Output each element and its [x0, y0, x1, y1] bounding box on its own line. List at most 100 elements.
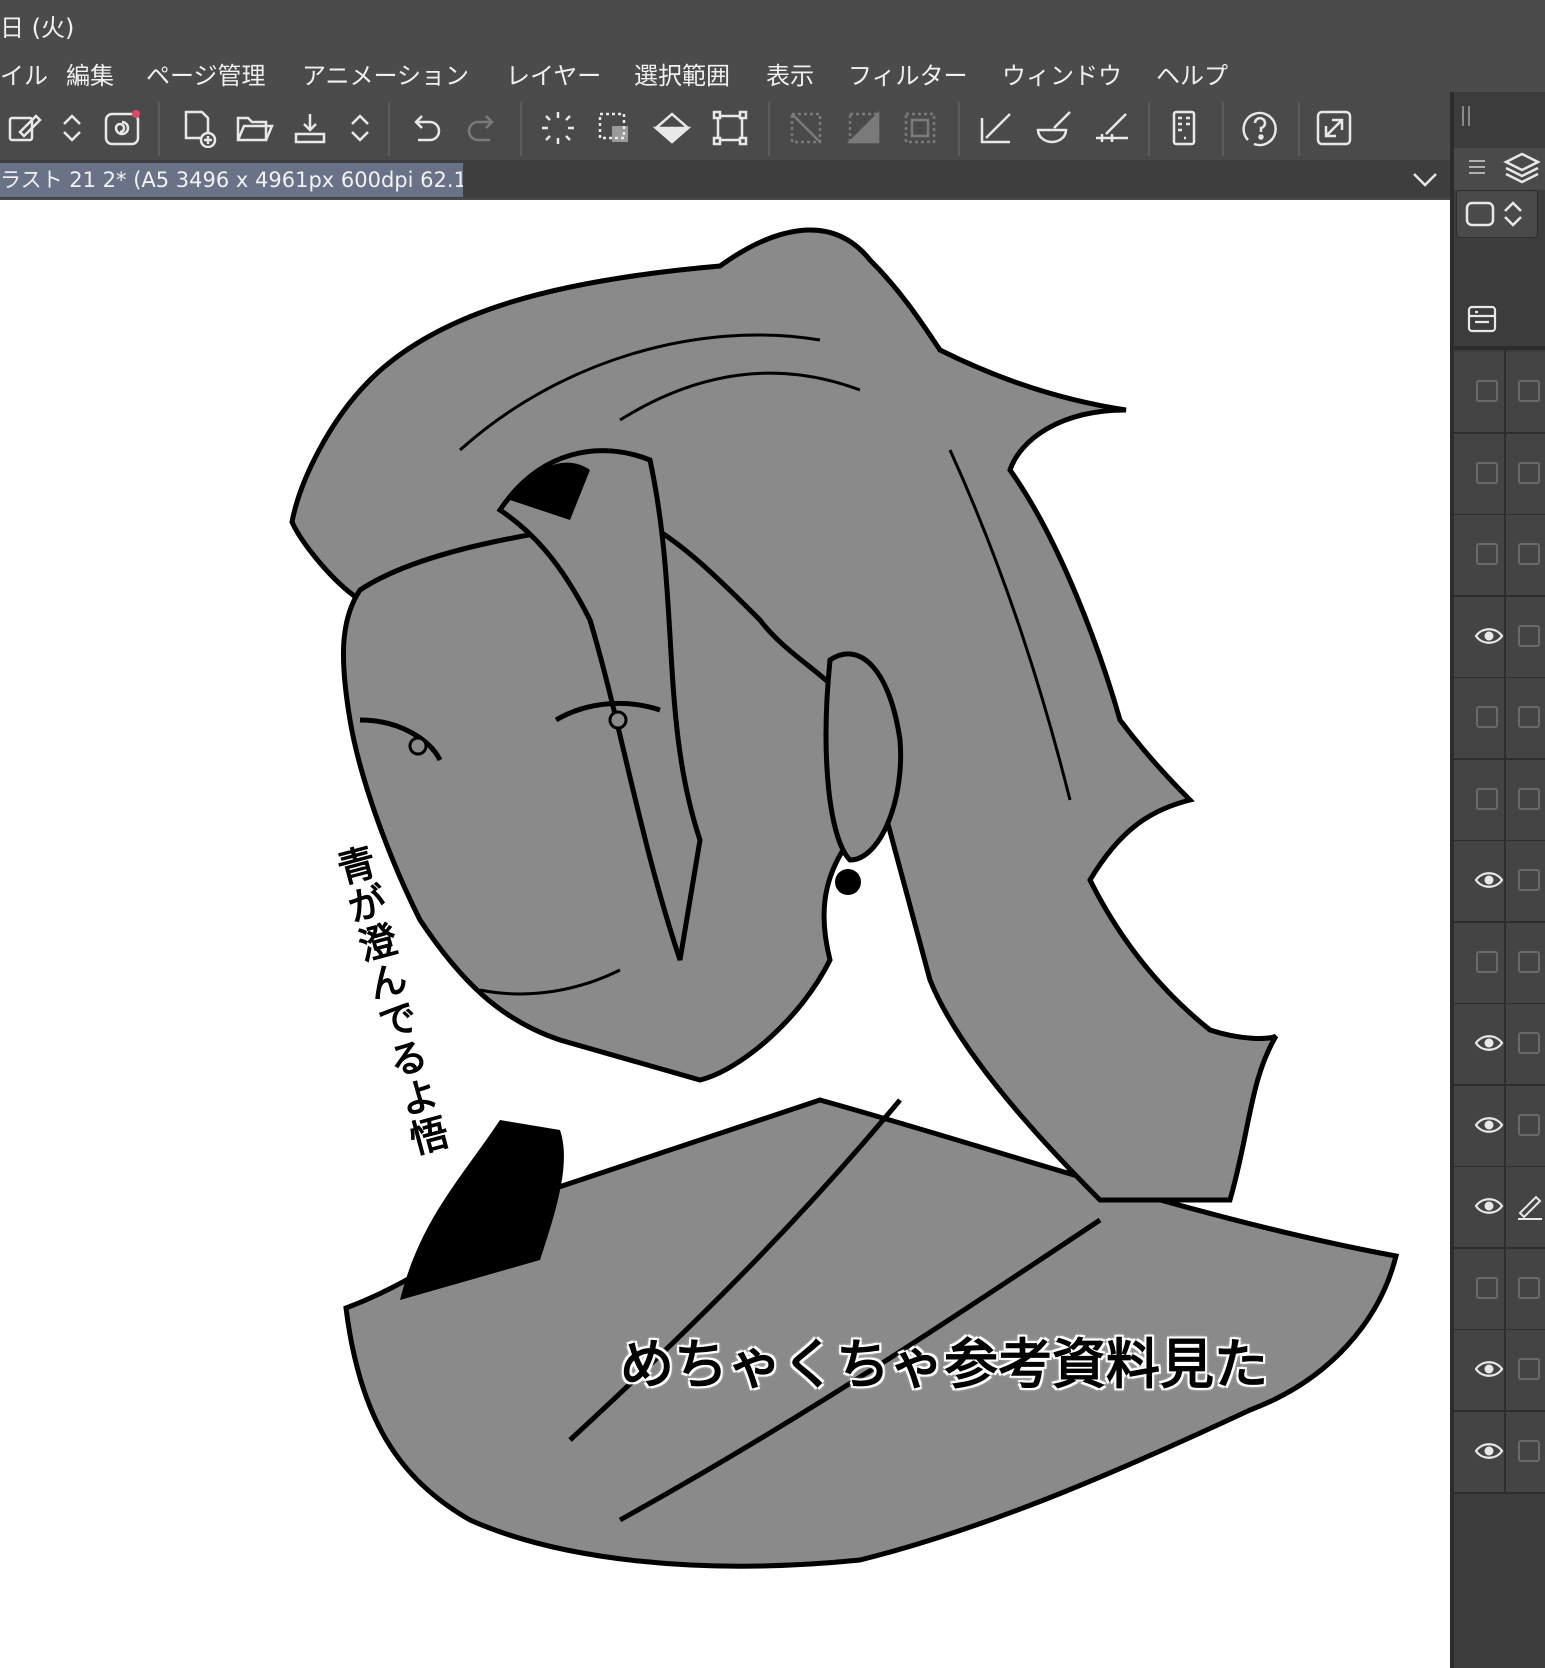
toolbar-divider: [520, 102, 522, 156]
lock-checkbox[interactable]: [1518, 1439, 1540, 1462]
export-icon[interactable]: [286, 104, 334, 152]
spiral-icon[interactable]: [98, 104, 146, 152]
lock-checkbox[interactable]: [1518, 706, 1540, 728]
toolbar-divider: [158, 102, 160, 156]
visibility-checkbox[interactable]: [1476, 380, 1498, 402]
lock-checkbox[interactable]: [1518, 1032, 1540, 1054]
menu-animation[interactable]: アニメーション: [302, 56, 469, 91]
layer-row[interactable]: [1454, 1411, 1545, 1494]
pen-icon[interactable]: [1514, 1191, 1544, 1221]
panel-separator: [1454, 346, 1545, 350]
chevron-down-icon[interactable]: [1408, 166, 1442, 192]
redo-icon[interactable]: [458, 104, 506, 152]
layer-row[interactable]: [1454, 1248, 1545, 1331]
transform-icon[interactable]: [706, 104, 754, 152]
lock-checkbox[interactable]: [1518, 1113, 1540, 1136]
layer-row[interactable]: [1454, 433, 1545, 516]
lock-checkbox[interactable]: [1518, 869, 1540, 891]
menu-selection[interactable]: 選択範囲: [634, 56, 730, 91]
lock-checkbox[interactable]: [1518, 380, 1540, 402]
eye-icon[interactable]: [1474, 1356, 1504, 1382]
tablet-icon[interactable]: [1160, 104, 1208, 152]
layer-row[interactable]: [1454, 1085, 1545, 1168]
new-page-icon[interactable]: [174, 104, 222, 152]
updown-icon[interactable]: [336, 104, 384, 152]
gradient-selection-icon[interactable]: [840, 104, 888, 152]
undo-icon[interactable]: [402, 104, 450, 152]
pen-icon[interactable]: [972, 104, 1020, 152]
select-dotted-icon[interactable]: [590, 104, 638, 152]
blend-mode-select[interactable]: [1456, 190, 1538, 238]
bowl-brush-icon[interactable]: [1030, 104, 1078, 152]
menu-bar: イル 編集 ページ管理 アニメーション レイヤー 選択範囲 表示 フィルター ウ…: [0, 52, 1545, 92]
layer-row[interactable]: [1454, 352, 1545, 434]
edit-icon[interactable]: [0, 104, 48, 152]
menu-filter[interactable]: フィルター: [848, 56, 968, 91]
lock-checkbox[interactable]: [1518, 1358, 1540, 1380]
clear-selection-icon[interactable]: [782, 104, 830, 152]
caption-text: めちゃくちゃ参考資料見た: [620, 1333, 1268, 1396]
layer-row[interactable]: [1454, 678, 1545, 760]
lock-checkbox[interactable]: [1518, 624, 1540, 647]
grip-icon[interactable]: [1460, 104, 1472, 128]
ruler-pen-icon[interactable]: [1088, 104, 1136, 152]
visibility-checkbox[interactable]: [1476, 706, 1498, 728]
layer-row[interactable]: [1454, 1167, 1545, 1249]
layer-row[interactable]: [1454, 1330, 1545, 1412]
canvas-page[interactable]: 青が澄んでるよ悟 めちゃくちゃ参考資料見た: [0, 200, 1450, 1668]
document-tab-bar: ラスト 21 2* (A5 3496 x 4961px 600dpi 62.1%…: [0, 160, 1450, 198]
canvas-area[interactable]: 青が澄んでるよ悟 めちゃくちゃ参考資料見た: [0, 200, 1450, 1668]
visibility-checkbox[interactable]: [1476, 787, 1498, 810]
eye-icon[interactable]: [1474, 1438, 1504, 1464]
window-title: 日 (火): [0, 14, 75, 42]
menu-window[interactable]: ウィンドウ: [1002, 56, 1122, 91]
menu-icon[interactable]: [1464, 154, 1490, 180]
layer-row[interactable]: [1454, 515, 1545, 597]
lock-checkbox[interactable]: [1518, 787, 1540, 810]
toolbar-divider: [1298, 102, 1300, 156]
open-folder-icon[interactable]: [230, 104, 278, 152]
eye-icon[interactable]: [1474, 623, 1504, 649]
layer-row[interactable]: [1454, 841, 1545, 923]
toolbar-divider: [1222, 102, 1224, 156]
eye-icon[interactable]: [1474, 867, 1504, 893]
layer-row[interactable]: [1454, 596, 1545, 679]
menu-edit[interactable]: 編集: [66, 56, 114, 91]
title-bar: 日 (火): [0, 0, 1545, 46]
layer-property-icon[interactable]: [1466, 304, 1498, 334]
menu-help[interactable]: ヘルプ: [1156, 56, 1228, 91]
select-loading-icon[interactable]: [534, 104, 582, 152]
toolbar-divider: [388, 102, 390, 156]
menu-file[interactable]: イル: [0, 56, 48, 91]
eye-icon[interactable]: [1474, 1030, 1504, 1056]
toolbar-divider: [958, 102, 960, 156]
lock-checkbox[interactable]: [1518, 543, 1540, 565]
illustration: [289, 227, 1400, 1569]
fill-icon[interactable]: [648, 104, 696, 152]
updown-icon: [1465, 201, 1522, 227]
menu-view[interactable]: 表示: [766, 56, 814, 91]
select-frame-icon[interactable]: [896, 104, 944, 152]
visibility-checkbox[interactable]: [1476, 461, 1498, 484]
layer-row[interactable]: [1454, 1004, 1545, 1086]
panel-header: [1454, 148, 1545, 190]
menu-layer[interactable]: レイヤー: [506, 56, 601, 91]
help-icon[interactable]: [1236, 104, 1284, 152]
layer-row[interactable]: [1454, 759, 1545, 842]
fullscreen-icon[interactable]: [1310, 104, 1358, 152]
updown-icon[interactable]: [48, 104, 96, 152]
visibility-checkbox[interactable]: [1476, 1276, 1498, 1299]
visibility-checkbox[interactable]: [1476, 950, 1498, 973]
lock-checkbox[interactable]: [1518, 1276, 1540, 1299]
layer-row[interactable]: [1454, 922, 1545, 1005]
menu-page[interactable]: ページ管理: [146, 56, 266, 91]
lock-checkbox[interactable]: [1518, 461, 1540, 484]
eye-icon[interactable]: [1474, 1112, 1504, 1138]
lock-checkbox[interactable]: [1518, 950, 1540, 973]
visibility-checkbox[interactable]: [1476, 543, 1498, 565]
document-tab[interactable]: ラスト 21 2* (A5 3496 x 4961px 600dpi 62.1%…: [0, 163, 463, 197]
eye-icon[interactable]: [1474, 1193, 1504, 1219]
layers-icon[interactable]: [1502, 150, 1542, 186]
command-toolbar: [0, 96, 1450, 160]
toolbar-divider: [1148, 102, 1150, 156]
